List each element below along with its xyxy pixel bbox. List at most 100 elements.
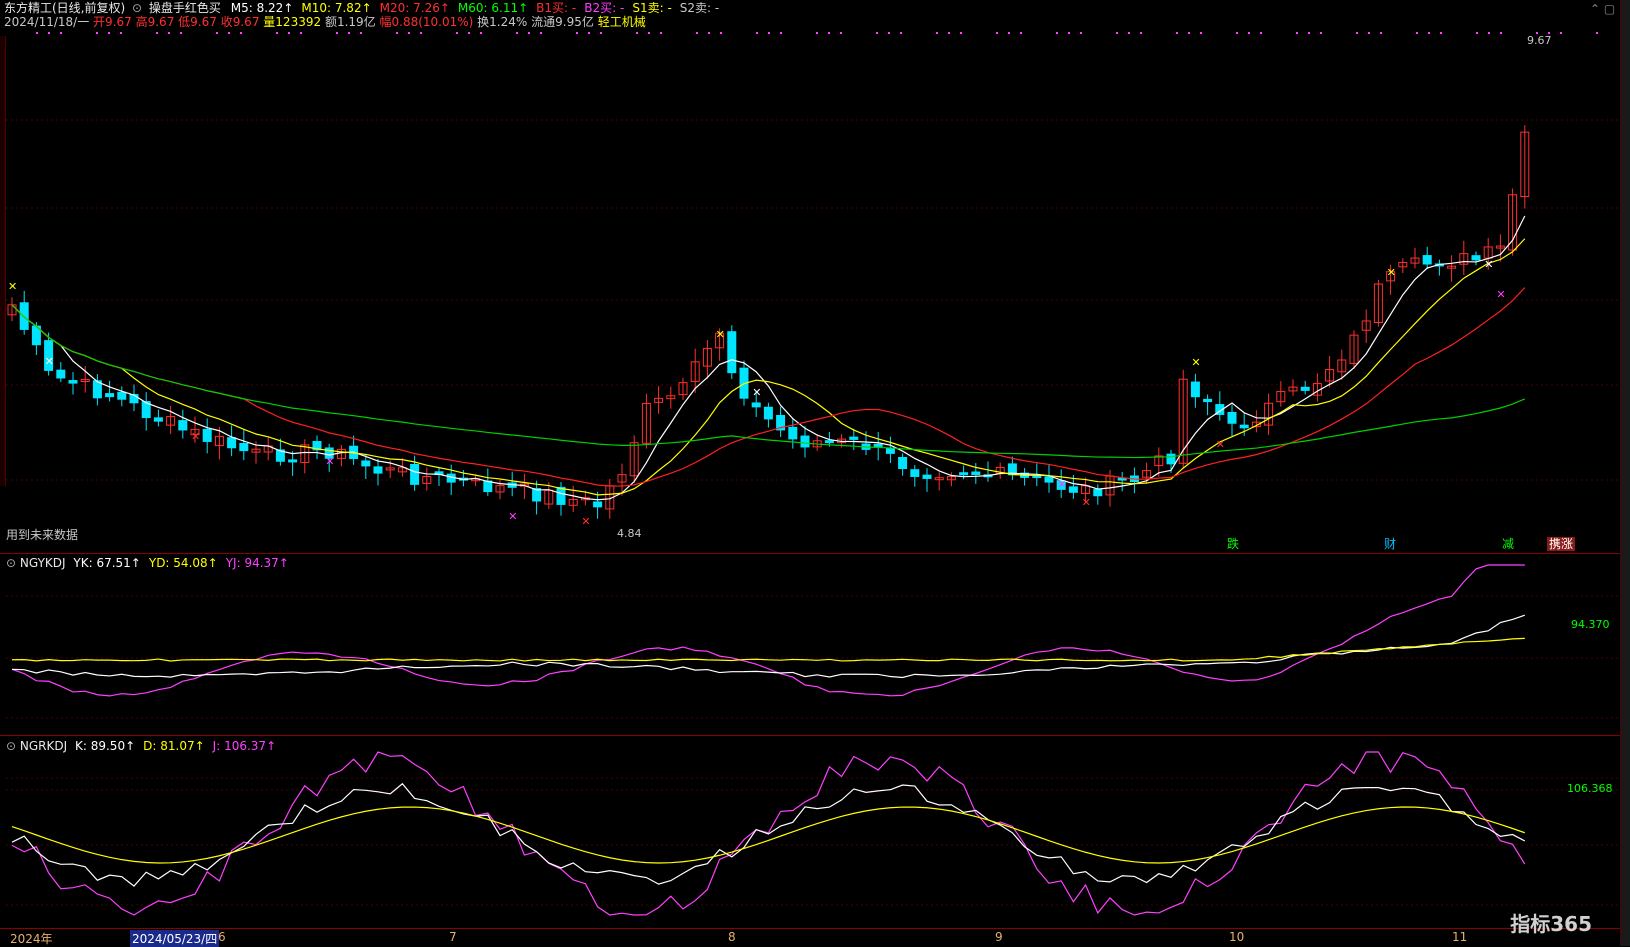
dot-marker: [1596, 32, 1598, 34]
candle-body: [178, 420, 188, 431]
settings-icon[interactable]: ⊙: [6, 739, 16, 753]
candle-body: [1166, 453, 1176, 465]
dot-marker: [636, 32, 638, 34]
candle-body: [910, 469, 920, 477]
candle-body: [410, 463, 420, 485]
settings-icon[interactable]: ⊙: [6, 556, 16, 570]
dot-marker: [540, 32, 542, 34]
grkdj-legend: K: 89.50↑ D: 81.07↑ J: 106.37↑: [75, 739, 284, 753]
time-label: 10: [1229, 930, 1245, 944]
ygkdj-last-value: 94.370: [1571, 618, 1610, 631]
dot-marker: [768, 32, 770, 34]
indicator-name[interactable]: NGYKDJ: [20, 556, 66, 570]
indicator-name[interactable]: NGRKDJ: [20, 739, 67, 753]
dot-marker: [1380, 32, 1382, 34]
dot-marker: [1188, 32, 1190, 34]
signal-marker: ✕: [1082, 496, 1091, 509]
time-cursor-label: 2024/05/23/四: [130, 930, 220, 947]
candle-body: [288, 459, 298, 463]
dot-marker: [348, 32, 350, 34]
candle-body: [1093, 488, 1103, 497]
candle-body: [800, 435, 810, 448]
candle-body: [873, 443, 883, 447]
dot-marker: [1296, 32, 1298, 34]
signal-label: 财: [1384, 537, 1397, 551]
candle-body: [105, 393, 115, 398]
dot-marker: [216, 32, 218, 34]
dot-marker: [1476, 32, 1478, 34]
legend-item: J: 106.37↑: [212, 739, 277, 753]
time-label: 9: [995, 930, 1003, 944]
candle-body: [898, 457, 908, 470]
time-label: 11: [1452, 930, 1468, 944]
dot-marker: [1440, 32, 1442, 34]
candle-body: [1239, 424, 1249, 429]
candle-body: [153, 417, 163, 422]
candle-body: [1471, 255, 1481, 261]
signal-marker: ✕: [191, 430, 200, 443]
low-price-label: 4.84: [617, 527, 642, 540]
candle-body: [483, 480, 493, 493]
candle-body: [361, 460, 371, 467]
time-label: 2024年: [10, 932, 53, 946]
dot-marker: [1308, 32, 1310, 34]
dot-marker: [888, 32, 890, 34]
dot-marker: [1140, 32, 1142, 34]
panel-divider: [0, 735, 1630, 736]
candle-body: [239, 443, 249, 452]
dot-marker: [60, 32, 62, 34]
time-label: 8: [728, 930, 736, 944]
dot-marker: [1068, 32, 1070, 34]
dot-marker: [528, 32, 530, 34]
candle-body: [202, 428, 212, 442]
dot-marker: [420, 32, 422, 34]
dot-marker: [288, 32, 290, 34]
dot-marker: [1128, 32, 1130, 34]
candle-body: [56, 369, 66, 379]
yk-line: [11, 614, 1525, 679]
candle-body: [117, 391, 127, 400]
dot-marker: [168, 32, 170, 34]
price-axis-strip[interactable]: [1620, 0, 1630, 946]
brand-logo: 指标365: [1510, 912, 1592, 936]
dot-marker: [516, 32, 518, 34]
dot-marker: [120, 32, 122, 34]
signal-marker: ✕: [1387, 266, 1396, 279]
dot-marker: [900, 32, 902, 34]
legend-item: YD: 54.08↑: [148, 556, 218, 570]
dot-marker: [936, 32, 938, 34]
candle-body: [19, 302, 29, 330]
dot-marker: [1320, 32, 1322, 34]
signal-marker: ✕: [508, 510, 517, 523]
candle-body: [959, 472, 969, 476]
candle-body: [849, 436, 859, 440]
candle-body: [885, 447, 895, 454]
dot-marker: [408, 32, 410, 34]
candle-body: [1044, 476, 1054, 483]
k-line: [11, 782, 1526, 887]
signal-label: 跌: [1227, 537, 1240, 551]
time-axis[interactable]: 2024年 2024/05/23/四 6 7 8 9 10 11: [0, 928, 1620, 947]
dot-marker: [300, 32, 302, 34]
dot-marker: [780, 32, 782, 34]
candle-body: [1227, 411, 1237, 424]
ma5-line: [11, 215, 1526, 501]
signal-marker: ✕: [1484, 258, 1493, 271]
dot-marker: [456, 32, 458, 34]
dot-marker: [816, 32, 818, 34]
dot-marker: [1176, 32, 1178, 34]
dot-marker: [228, 32, 230, 34]
candle-body: [1203, 398, 1213, 403]
dot-marker: [1200, 32, 1202, 34]
dot-marker: [720, 32, 722, 34]
dot-marker: [660, 32, 662, 34]
dot-marker: [876, 32, 878, 34]
grkdj-last-value: 106.368: [1567, 782, 1613, 795]
signal-marker: ✕: [716, 328, 725, 341]
chart-canvas[interactable]: ✕ ✕ ✕ ✕ ✕ ✕ ✕ ✕ ✕ ✕ ✕ ✕ ✕ ✕ ✕: [0, 0, 1620, 928]
candle-body: [824, 440, 834, 444]
dot-marker: [1236, 32, 1238, 34]
candle-body: [727, 331, 737, 374]
d-line: [11, 806, 1525, 864]
candle-body: [1068, 486, 1078, 493]
